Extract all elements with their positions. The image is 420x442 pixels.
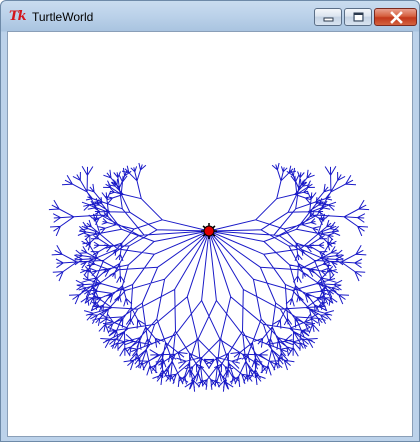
turtle-body (203, 225, 215, 237)
maximize-button[interactable] (344, 8, 372, 26)
window-title: TurtleWorld (32, 10, 94, 24)
title-bar[interactable]: Tk TurtleWorld (1, 1, 419, 31)
branch-lines (48, 162, 370, 392)
minimize-icon (323, 17, 334, 22)
close-button[interactable] (374, 8, 417, 26)
close-icon (390, 11, 403, 24)
turtle-drawing (48, 162, 370, 392)
tk-feather-icon[interactable]: Tk (9, 9, 27, 25)
app-window: Tk TurtleWorld (0, 0, 420, 442)
turtle-canvas[interactable] (7, 31, 413, 437)
branch-path (48, 162, 370, 392)
minimize-button[interactable] (314, 8, 342, 26)
maximize-icon (353, 12, 364, 22)
